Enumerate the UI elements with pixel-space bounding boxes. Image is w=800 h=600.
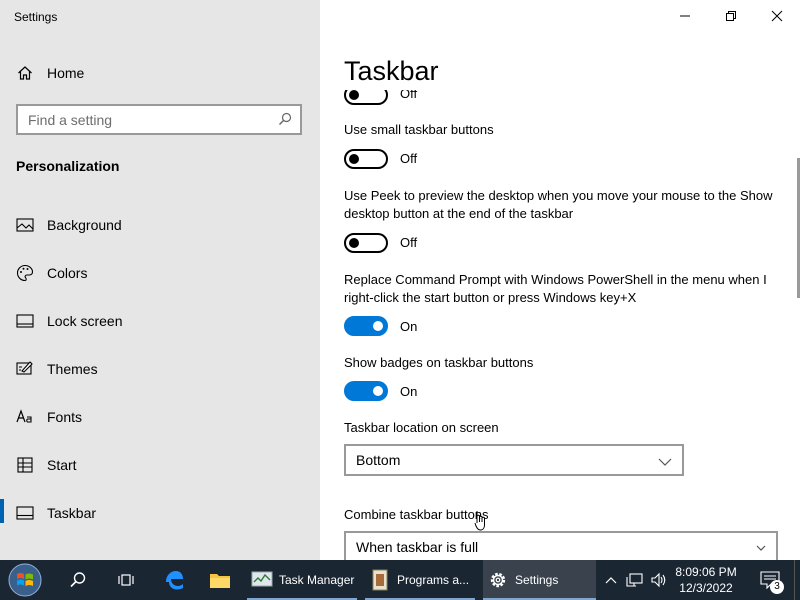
file-explorer-button[interactable] (202, 560, 238, 600)
small-buttons-state: Off (400, 151, 418, 166)
toggle-knob (349, 90, 359, 100)
volume-button[interactable] (648, 560, 670, 600)
chevron-down-icon (658, 454, 672, 470)
palette-icon (16, 264, 34, 282)
picture-icon (16, 216, 34, 234)
small-buttons-toggle[interactable] (344, 149, 388, 169)
sidebar-item-colors[interactable]: Colors (0, 255, 320, 291)
sidebar-item-lock-screen[interactable]: Lock screen (0, 303, 320, 339)
close-icon (771, 10, 783, 22)
start-icon (16, 456, 34, 474)
powershell-toggle[interactable] (344, 316, 388, 336)
combine-value: When taskbar is full (356, 539, 479, 555)
gear-icon (487, 569, 509, 591)
home-icon (16, 64, 34, 82)
clock-time: 8:09:06 PM (675, 565, 737, 579)
lock-screen-icon (16, 312, 34, 330)
sidebar-item-home[interactable]: Home (0, 55, 320, 91)
search-icon (70, 572, 86, 588)
sidebar-item-label: Fonts (47, 409, 83, 425)
task-view-icon (118, 574, 134, 586)
badges-toggle[interactable] (344, 381, 388, 401)
sidebar-item-background[interactable]: Background (0, 207, 320, 243)
powershell-label: Replace Command Prompt with Windows Powe… (344, 272, 767, 305)
page-title: Taskbar (344, 56, 764, 90)
small-buttons-label: Use small taskbar buttons (344, 122, 494, 137)
restore-icon (726, 11, 736, 21)
network-icon (626, 573, 643, 587)
section-title: Personalization (16, 158, 120, 174)
minimize-button[interactable] (662, 0, 708, 32)
taskbar-app-programs[interactable]: Programs a... (365, 560, 475, 600)
network-button[interactable] (624, 560, 646, 600)
close-button[interactable] (754, 0, 800, 32)
themes-icon (16, 360, 34, 378)
sidebar-item-themes[interactable]: Themes (0, 351, 320, 387)
clock-date: 12/3/2022 (679, 581, 733, 595)
sidebar-item-taskbar[interactable]: Taskbar (0, 495, 320, 531)
speaker-icon (651, 572, 666, 588)
combine-dropdown[interactable]: When taskbar is full (344, 531, 778, 560)
fonts-icon (16, 408, 34, 426)
location-label: Taskbar location on screen (344, 420, 499, 435)
peek-label: Use Peek to preview the desktop when you… (344, 188, 773, 221)
sidebar-item-label: Colors (47, 265, 88, 281)
peek-toggle[interactable] (344, 233, 388, 253)
task-view-button[interactable] (108, 560, 144, 600)
search-box[interactable] (16, 104, 302, 135)
minimize-icon (680, 15, 690, 17)
taskbar-icon (16, 504, 34, 522)
edge-icon (166, 571, 183, 590)
taskbar-app-label: Settings (515, 573, 559, 587)
toggle-knob (349, 238, 359, 248)
sidebar-item-label: Taskbar (47, 505, 97, 521)
sidebar-item-fonts[interactable]: Fonts (0, 399, 320, 435)
taskbar-app-settings[interactable]: Settings (483, 560, 596, 600)
mouse-cursor-icon (474, 511, 485, 531)
powershell-state: On (400, 319, 418, 334)
show-hidden-icons-button[interactable] (600, 560, 622, 600)
toggle-knob (349, 154, 359, 164)
restore-button[interactable] (708, 0, 754, 32)
start-button[interactable] (4, 560, 46, 600)
location-dropdown[interactable]: Bottom (344, 444, 684, 476)
badges-state: On (400, 384, 418, 399)
show-desktop-button[interactable] (794, 560, 800, 600)
notification-count-badge: 3 (770, 580, 784, 594)
chevron-down-icon (756, 539, 766, 555)
chevron-up-icon (605, 577, 617, 584)
sidebar-item-label: Home (47, 65, 85, 81)
task-manager-icon (251, 569, 273, 591)
peek-state: Off (400, 235, 418, 250)
sidebar-item-label: Background (47, 217, 122, 233)
sidebar-item-label: Themes (47, 361, 98, 377)
sidebar-item-label: Start (47, 457, 77, 473)
sidebar-item-start[interactable]: Start (0, 447, 320, 483)
taskbar-clock[interactable]: 8:09:06 PM 12/3/2022 (670, 564, 742, 596)
search-input[interactable] (18, 111, 268, 128)
search-icon[interactable] (278, 112, 292, 126)
badges-label: Show badges on taskbar buttons (344, 355, 534, 370)
edge-button[interactable] (156, 560, 192, 600)
taskbar: Task Manager Programs a... Settings 8:09… (0, 560, 800, 600)
taskbar-app-label: Task Manager (279, 573, 355, 587)
settings-sidebar: Settings Home Personalization Background… (0, 0, 320, 560)
app-title: Settings (14, 10, 58, 24)
programs-icon (369, 569, 391, 591)
combine-label: Combine taskbar buttons (344, 507, 489, 522)
location-value: Bottom (356, 452, 401, 468)
search-button[interactable] (60, 560, 96, 600)
taskbar-app-label: Programs a... (397, 573, 470, 587)
folder-icon (210, 574, 230, 588)
sidebar-item-label: Lock screen (47, 313, 123, 329)
windows-orb-icon (8, 563, 42, 597)
taskbar-app-task-manager[interactable]: Task Manager (247, 560, 357, 600)
action-center-button[interactable]: 3 (752, 560, 788, 600)
settings-content: Off Taskbar Use small taskbar buttons Of… (320, 0, 800, 560)
toggle-knob (373, 386, 383, 396)
toggle-knob (373, 321, 383, 331)
